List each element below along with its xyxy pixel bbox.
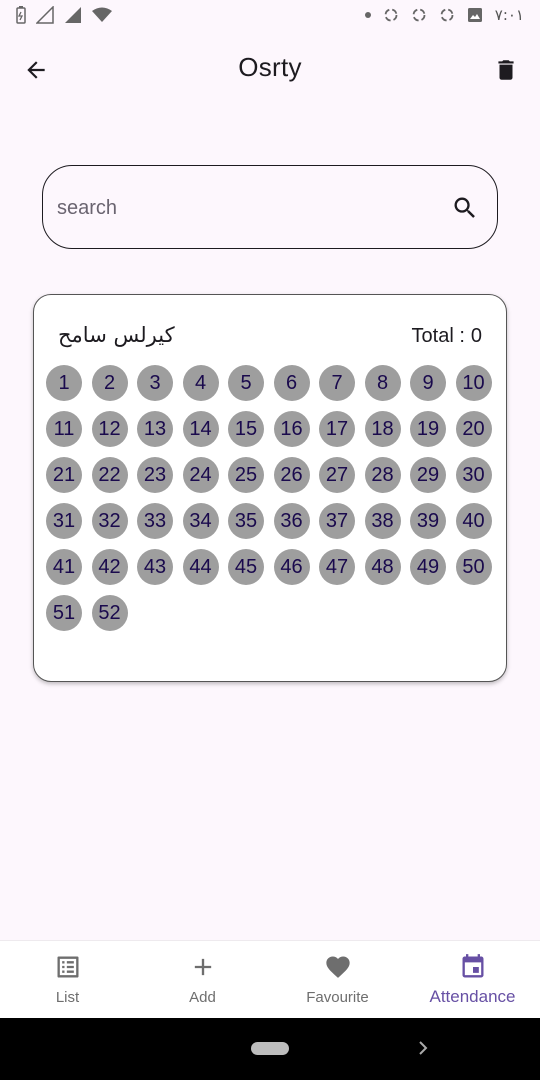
attendance-numbers-grid: 1 2 3 4 5 6 7 8 9 10 11 12 13 14 15 16 17 18 19 20 21 22 23 24 2… bbox=[46, 365, 502, 631]
attendance-number-33[interactable]: 33 bbox=[137, 503, 173, 539]
sync-icon bbox=[384, 8, 398, 22]
attendance-number-22[interactable]: 22 bbox=[91, 457, 128, 493]
attendance-number-7[interactable]: 7 bbox=[319, 365, 355, 401]
search-box bbox=[42, 165, 498, 249]
attendance-number-12[interactable]: 12 bbox=[91, 411, 128, 447]
total-value: 0 bbox=[470, 325, 482, 347]
attendance-number-39[interactable]: 39 bbox=[410, 503, 446, 539]
attendance-number-21[interactable]: 21 bbox=[46, 457, 82, 493]
page-title: Osrty bbox=[238, 52, 302, 82]
attendance-number-31[interactable]: 31 bbox=[46, 503, 82, 539]
attendance-number-2[interactable]: 2 bbox=[91, 365, 128, 401]
image-icon bbox=[467, 8, 482, 22]
nav-label-attendance: Attendance bbox=[429, 987, 516, 1006]
attendance-number-23[interactable]: 23 bbox=[137, 457, 173, 493]
attendance-number-42[interactable]: 42 bbox=[91, 549, 128, 585]
signal-empty-icon bbox=[36, 6, 54, 24]
attendance-number-16[interactable]: 16 bbox=[273, 411, 310, 447]
attendance-number-15[interactable]: 15 bbox=[228, 411, 264, 447]
plus-icon bbox=[194, 958, 211, 976]
attendance-number-3[interactable]: 3 bbox=[137, 365, 173, 401]
attendance-number-41[interactable]: 41 bbox=[46, 549, 82, 585]
chevron-right-icon[interactable] bbox=[415, 1040, 431, 1056]
system-navigation-bar bbox=[0, 1018, 540, 1080]
attendance-number-8[interactable]: 8 bbox=[364, 365, 401, 401]
trash-icon bbox=[498, 60, 514, 80]
attendance-number-35[interactable]: 35 bbox=[228, 503, 264, 539]
attendance-number-28[interactable]: 28 bbox=[364, 457, 401, 493]
attendance-number-25[interactable]: 25 bbox=[228, 457, 264, 493]
delete-button[interactable] bbox=[488, 52, 524, 88]
home-pill[interactable] bbox=[251, 1042, 289, 1055]
nav-label-favourite: Favourite bbox=[306, 989, 369, 1006]
attendance-number-43[interactable]: 43 bbox=[137, 549, 173, 585]
attendance-number-24[interactable]: 24 bbox=[182, 457, 219, 493]
attendance-number-36[interactable]: 36 bbox=[273, 503, 310, 539]
attendance-number-9[interactable]: 9 bbox=[410, 365, 446, 401]
attendance-number-14[interactable]: 14 bbox=[182, 411, 219, 447]
total-label: Total : bbox=[411, 325, 465, 347]
status-bar: ٧:٠١ bbox=[0, 0, 540, 32]
status-time: ٧:٠١ bbox=[494, 6, 524, 24]
attendance-number-49[interactable]: 49 bbox=[410, 549, 446, 585]
signal-full-icon bbox=[65, 7, 81, 23]
list-icon bbox=[57, 956, 78, 978]
nav-item-list[interactable]: List bbox=[0, 941, 135, 1018]
wifi-icon bbox=[92, 7, 112, 22]
nav-item-favourite[interactable]: Favourite bbox=[270, 941, 405, 1018]
attendance-number-46[interactable]: 46 bbox=[273, 549, 310, 585]
heart-icon bbox=[325, 956, 350, 978]
attendance-number-19[interactable]: 19 bbox=[410, 411, 446, 447]
attendance-number-29[interactable]: 29 bbox=[410, 457, 446, 493]
search-input[interactable] bbox=[57, 188, 437, 228]
nav-label-list: List bbox=[55, 989, 80, 1006]
nav-item-attendance[interactable]: Attendance bbox=[405, 941, 540, 1018]
member-card: كيرلس سامح Total : 0 1 2 3 4 5 6 7 8 9 10 11 12 13 14… bbox=[33, 294, 507, 682]
attendance-number-40[interactable]: 40 bbox=[455, 503, 492, 539]
attendance-number-10[interactable]: 10 bbox=[455, 365, 492, 401]
attendance-number-45[interactable]: 45 bbox=[228, 549, 264, 585]
battery-icon bbox=[16, 6, 26, 24]
attendance-number-34[interactable]: 34 bbox=[182, 503, 219, 539]
attendance-number-17[interactable]: 17 bbox=[319, 411, 355, 447]
attendance-number-30[interactable]: 30 bbox=[455, 457, 492, 493]
search-icon[interactable] bbox=[451, 194, 479, 222]
attendance-number-38[interactable]: 38 bbox=[364, 503, 401, 539]
app-bar: Osrty bbox=[0, 40, 540, 96]
attendance-number-50[interactable]: 50 bbox=[455, 549, 492, 585]
attendance-number-52[interactable]: 52 bbox=[91, 595, 128, 631]
attendance-number-48[interactable]: 48 bbox=[364, 549, 401, 585]
nav-item-add[interactable]: Add bbox=[135, 941, 270, 1018]
attendance-number-26[interactable]: 26 bbox=[273, 457, 310, 493]
attendance-number-13[interactable]: 13 bbox=[137, 411, 173, 447]
attendance-number-51[interactable]: 51 bbox=[46, 595, 82, 631]
attendance-number-1[interactable]: 1 bbox=[46, 365, 82, 401]
attendance-number-37[interactable]: 37 bbox=[319, 503, 355, 539]
attendance-number-20[interactable]: 20 bbox=[455, 411, 492, 447]
attendance-number-44[interactable]: 44 bbox=[182, 549, 219, 585]
sync-icon bbox=[412, 8, 426, 22]
attendance-number-11[interactable]: 11 bbox=[46, 411, 82, 447]
total-count: Total : 0 bbox=[412, 325, 482, 348]
attendance-number-27[interactable]: 27 bbox=[319, 457, 355, 493]
sync-icon bbox=[440, 8, 454, 22]
attendance-number-32[interactable]: 32 bbox=[91, 503, 128, 539]
attendance-number-47[interactable]: 47 bbox=[319, 549, 355, 585]
dot-icon bbox=[364, 12, 371, 18]
nav-label-add: Add bbox=[189, 989, 216, 1006]
attendance-number-18[interactable]: 18 bbox=[364, 411, 401, 447]
calendar-icon bbox=[462, 954, 483, 978]
attendance-number-5[interactable]: 5 bbox=[228, 365, 264, 401]
member-name: كيرلس سامح bbox=[58, 323, 175, 347]
bottom-navigation: List Add Favourite Attendance bbox=[0, 940, 540, 1018]
attendance-number-6[interactable]: 6 bbox=[273, 365, 310, 401]
attendance-number-4[interactable]: 4 bbox=[182, 365, 219, 401]
